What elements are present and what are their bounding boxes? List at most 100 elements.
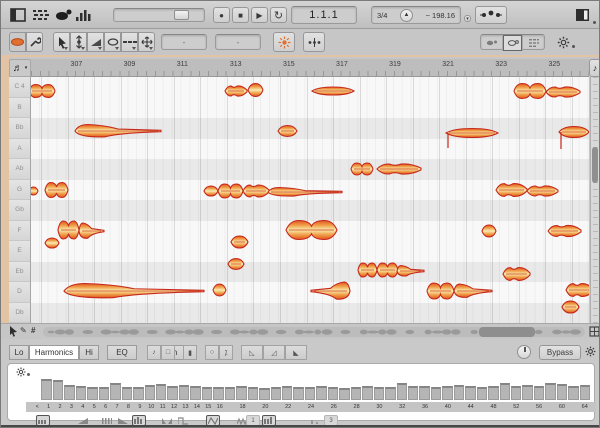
harmonic-slider-14[interactable] <box>190 386 200 400</box>
harmonic-slider-3[interactable] <box>64 385 74 400</box>
settings-dot[interactable] <box>572 45 575 48</box>
bar-ruler[interactable]: 307309311313315317319321323325 <box>31 59 589 77</box>
note-blob[interactable] <box>218 184 243 198</box>
harmonic-slider-64[interactable] <box>580 385 590 400</box>
macro-note-button[interactable]: ♪ <box>147 345 161 360</box>
note-blob[interactable] <box>213 284 226 296</box>
note-blob[interactable] <box>268 188 342 197</box>
pitch-label-f[interactable]: F <box>9 221 30 242</box>
note-value-button[interactable]: ♪ <box>589 59 600 77</box>
note-blob[interactable] <box>427 283 454 299</box>
mix-knob[interactable] <box>517 345 531 359</box>
formant-tool-button[interactable] <box>87 32 104 52</box>
overview-sharp-icon[interactable]: # <box>31 326 35 335</box>
editor-settings-gear-icon[interactable] <box>557 36 570 49</box>
note-blob[interactable] <box>514 84 546 99</box>
panel-options-dot[interactable] <box>593 21 596 24</box>
note-blob[interactable] <box>64 284 204 298</box>
harmonic-slider-2[interactable] <box>53 380 63 400</box>
note-blob[interactable] <box>482 225 496 237</box>
harmonic-slider-48[interactable] <box>488 386 498 400</box>
note-blob[interactable] <box>79 223 104 238</box>
cursor-mode-b-button[interactable]: ◿ <box>263 345 285 360</box>
note-blob[interactable] <box>546 87 580 97</box>
overview-pencil-icon[interactable]: ✎ <box>20 326 27 335</box>
note-blob[interactable] <box>45 238 59 248</box>
harmonic-slider-56[interactable] <box>534 386 544 400</box>
harmonic-slider-19[interactable] <box>248 387 258 400</box>
pitch-label-e[interactable]: E <box>9 241 30 262</box>
harmonic-slider-32[interactable] <box>397 383 407 400</box>
harmonic-slider-52[interactable] <box>511 386 521 400</box>
pitch-label-b[interactable]: B <box>9 98 30 119</box>
note-blob[interactable] <box>377 263 398 277</box>
tempo-value[interactable]: ~ 198.16 <box>426 11 455 20</box>
harmonic-slider-41[interactable] <box>500 383 510 400</box>
note-blob[interactable] <box>286 221 337 240</box>
note-blob[interactable] <box>243 185 269 197</box>
mode-blobs-button[interactable] <box>481 35 502 51</box>
harmonic-slider-35[interactable] <box>431 387 441 400</box>
harmonic-slider-12[interactable] <box>167 386 177 400</box>
tempo-display[interactable]: 3/4 ▲ ~ 198.16 <box>371 6 461 24</box>
tab-lo[interactable]: Lo <box>9 345 29 360</box>
amplitude-bars-icon[interactable] <box>75 7 93 23</box>
pitch-grid-snap-button[interactable] <box>273 32 295 52</box>
note-blob[interactable] <box>248 84 263 97</box>
harmonic-slider-20[interactable] <box>259 388 269 400</box>
time-grid-snap-button[interactable] <box>303 32 325 52</box>
tempo-options-button[interactable]: ▾ <box>464 15 471 22</box>
tab-eq[interactable]: EQ <box>107 345 137 360</box>
harmonic-slider-43[interactable] <box>522 385 532 400</box>
mode-grid-button[interactable] <box>523 35 544 51</box>
note-blob[interactable] <box>446 129 498 149</box>
pitch-label-gb[interactable]: Gb <box>9 200 30 221</box>
note-blob[interactable] <box>311 282 350 299</box>
harmonic-slider-47[interactable] <box>568 386 578 400</box>
stop-button[interactable]: ■ <box>232 7 249 23</box>
overview-pointer-icon[interactable] <box>9 326 18 337</box>
note-blob[interactable] <box>45 183 68 198</box>
note-editor-grid[interactable] <box>31 77 589 323</box>
note-blob[interactable] <box>231 236 248 248</box>
harmonic-slider-25[interactable] <box>316 386 326 400</box>
window-layout-icon[interactable] <box>10 7 27 23</box>
timing-tool-button[interactable] <box>121 32 138 52</box>
tab-hi[interactable]: Hi <box>79 345 99 360</box>
note-blob[interactable] <box>58 221 79 239</box>
mode-outline-button[interactable] <box>502 35 523 51</box>
vertical-scrollbar-thumb[interactable] <box>592 147 598 183</box>
note-blob[interactable] <box>397 266 424 277</box>
harmonic-slider-17[interactable] <box>225 387 235 400</box>
note-blob[interactable] <box>31 85 55 98</box>
zoom-slider[interactable] <box>113 8 205 22</box>
note-blob[interactable] <box>312 87 354 95</box>
harmonic-slider-30[interactable] <box>374 387 384 400</box>
reset-circle-button[interactable]: ○ <box>205 345 219 360</box>
clef-button[interactable]: ♬▾ <box>9 59 31 77</box>
panel-toggle-icon[interactable] <box>575 7 591 23</box>
note-blob[interactable] <box>278 126 297 137</box>
harmonic-slider-36[interactable] <box>419 386 429 400</box>
panel-settings-gear-icon[interactable] <box>585 346 596 357</box>
harmonic-slider-10[interactable] <box>145 385 155 400</box>
note-assignment-button[interactable] <box>475 6 507 24</box>
pointer-tool-button[interactable] <box>53 32 70 52</box>
note-blob[interactable] <box>559 127 589 150</box>
harmonic-slider-7[interactable] <box>110 383 120 400</box>
pitch-tool-button[interactable] <box>70 32 87 52</box>
main-tool-button[interactable] <box>9 32 26 52</box>
harmonic-slider-5[interactable] <box>87 387 97 400</box>
harmonic-slider-16[interactable] <box>213 387 223 400</box>
note-blob[interactable] <box>548 225 581 236</box>
time-handle-tool-button[interactable] <box>138 32 155 52</box>
harmonic-slider-39[interactable] <box>477 387 487 400</box>
harmonic-slider-29[interactable] <box>362 386 372 400</box>
algorithm-dropdown[interactable]: - <box>161 34 207 50</box>
note-blob[interactable] <box>228 259 244 270</box>
cursor-mode-c-button[interactable]: ◣ <box>285 345 307 360</box>
harmonic-slider-24[interactable] <box>305 387 315 400</box>
position-display[interactable]: 1.1.1 <box>291 6 357 24</box>
harmonic-slider-45[interactable] <box>545 383 555 400</box>
play-button[interactable]: ▶ <box>251 7 268 23</box>
